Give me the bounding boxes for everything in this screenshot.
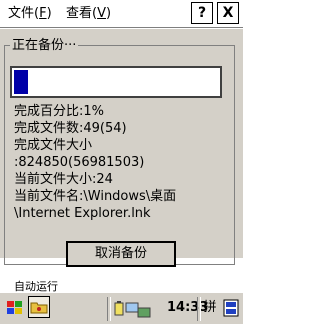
progress-fill [14, 70, 28, 94]
help-button[interactable]: ? [191, 2, 213, 24]
windows-flag-icon[interactable] [4, 297, 26, 319]
keyboard-icon[interactable] [222, 297, 240, 319]
current-file-name-text: 当前文件名:\Windows\桌面 [14, 189, 177, 204]
taskbar: 14:33 拼 [0, 292, 243, 324]
dialog-title: 正在备份··· [10, 38, 79, 54]
progress-bar [10, 66, 222, 98]
folder-icon [30, 302, 48, 314]
folder-taskbar-button[interactable] [28, 296, 50, 318]
menu-bar: 文件(F) 查看(V) ? X [0, 0, 243, 28]
menu-view[interactable]: 查看(V) [64, 4, 113, 24]
ime-button[interactable]: 拼 [200, 296, 220, 320]
size-complete-value: :824850(56981503) [14, 155, 145, 170]
percent-complete-text: 完成百分比:1% [14, 104, 105, 119]
network-icon [125, 302, 151, 318]
battery-icon [114, 301, 124, 316]
current-file-name-cont: \Internet Explorer.lnk [14, 206, 151, 221]
close-button[interactable]: X [217, 2, 239, 24]
size-complete-label: 完成文件大小 [14, 138, 93, 153]
files-complete-text: 完成文件数:49(54) [14, 121, 127, 136]
menu-file[interactable]: 文件(F) [6, 4, 54, 24]
current-file-size-text: 当前文件大小:24 [14, 172, 113, 187]
system-tray-icons[interactable] [112, 297, 166, 319]
taskbar-separator [107, 297, 111, 321]
cancel-backup-button[interactable]: 取消备份 [66, 241, 176, 267]
